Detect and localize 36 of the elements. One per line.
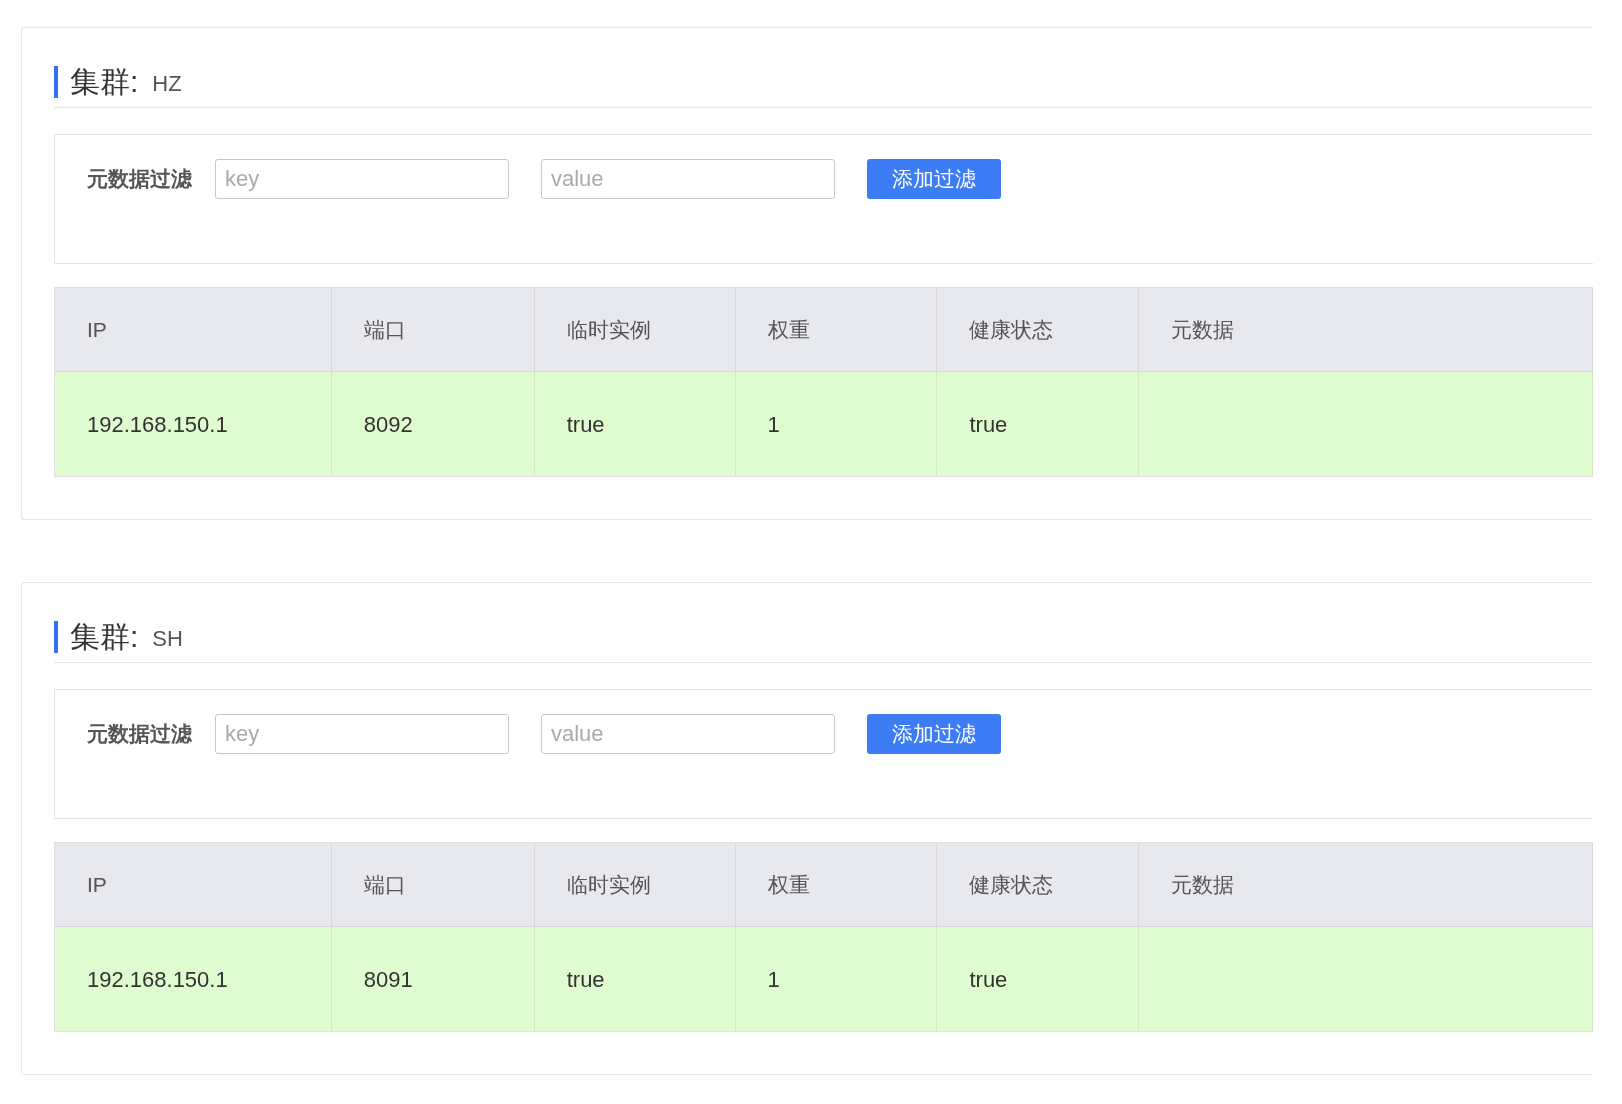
table-cell-text: 192.168.150.1 <box>87 410 228 439</box>
column-header: 健康状态 <box>937 843 1140 926</box>
column-header: 临时实例 <box>534 843 736 926</box>
table-cell-text: 1 <box>767 410 780 439</box>
column-header: 元数据 <box>1139 843 1593 926</box>
value-field[interactable]: value <box>541 159 835 199</box>
column-header: 权重 <box>735 288 938 371</box>
add-filter-button[interactable]: 添加过滤 <box>867 159 1001 199</box>
cluster-name: HZ <box>152 70 182 98</box>
table-cell-text: 192.168.150.1 <box>87 965 228 994</box>
key-field[interactable]: key <box>215 159 509 199</box>
table-cell-text: true <box>969 410 1008 439</box>
table-cell-text: 1 <box>767 965 780 994</box>
key-field[interactable]: key <box>215 714 509 754</box>
column-header: IP <box>55 843 332 926</box>
column-header: 端口 <box>331 843 535 926</box>
table-cell-text: true <box>566 965 605 994</box>
table-cell-text: true <box>566 410 605 439</box>
column-header: 端口 <box>331 288 535 371</box>
table-cell-text: true <box>969 965 1008 994</box>
add-filter-button[interactable]: 添加过滤 <box>867 714 1001 754</box>
cluster-title: 集群: <box>70 64 139 100</box>
cluster-title: 集群: <box>70 619 139 655</box>
filter-label: 元数据过滤 <box>87 721 192 747</box>
column-header: 临时实例 <box>534 288 736 371</box>
accent-bar <box>54 620 58 653</box>
column-header: 健康状态 <box>937 288 1140 371</box>
filter-label: 元数据过滤 <box>87 166 192 192</box>
accent-bar <box>54 65 58 98</box>
cluster-name: SH <box>152 625 183 653</box>
column-header: 权重 <box>735 843 938 926</box>
value-field[interactable]: value <box>541 714 835 754</box>
table-cell-text: 8092 <box>363 410 413 439</box>
table-cell-text: 8091 <box>363 965 413 994</box>
column-header: 元数据 <box>1139 288 1593 371</box>
column-header: IP <box>55 288 332 371</box>
